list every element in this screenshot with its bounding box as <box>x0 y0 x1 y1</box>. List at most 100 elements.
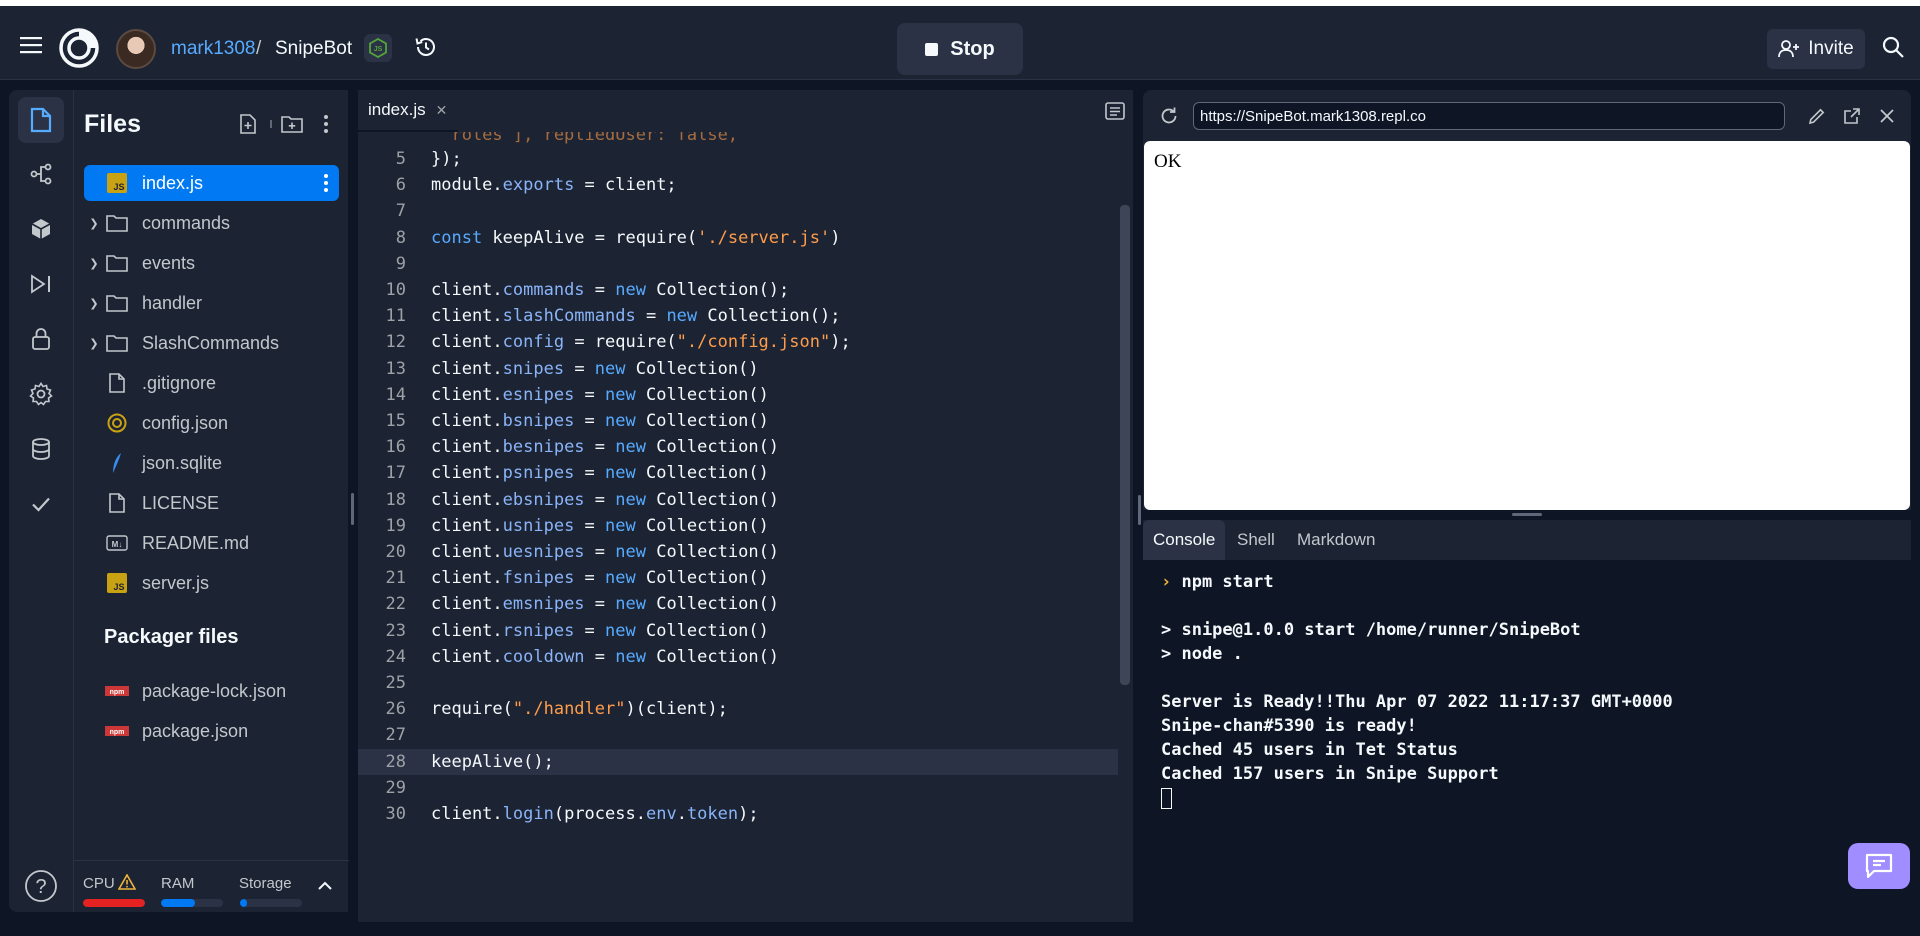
line-number: 17 <box>385 463 406 484</box>
username-link[interactable]: mark1308 <box>171 38 256 60</box>
invite-button[interactable]: Invite <box>1767 29 1865 69</box>
code-line[interactable]: 21 client.fsnipes = new Collection() <box>358 565 1118 591</box>
refresh-icon[interactable] <box>1157 104 1181 128</box>
file-tree-item[interactable]: json.sqlite <box>84 445 339 481</box>
replit-logo-icon[interactable] <box>58 27 100 69</box>
code-line[interactable]: 30 client.login(process.env.token); <box>358 801 1118 827</box>
resources-panel[interactable]: CPU RAM Storage <box>74 860 349 912</box>
file-tree-item[interactable]: JS server.js <box>84 565 339 601</box>
code-token: = <box>635 306 667 327</box>
code-line[interactable]: 9 <box>358 251 1118 277</box>
new-file-icon[interactable] <box>236 112 260 136</box>
file-tree-item[interactable]: .gitignore <box>84 365 339 401</box>
tab-console[interactable]: Console <box>1143 520 1226 560</box>
code-line[interactable]: 14 client.esnipes = new Collection() <box>358 382 1118 408</box>
code-token: = <box>584 437 616 458</box>
code-line[interactable]: 8 const keepAlive = require('./server.js'… <box>358 225 1118 251</box>
more-options-icon[interactable] <box>314 112 338 136</box>
code-line[interactable]: 5}); <box>358 146 1118 172</box>
packages-tool-icon[interactable] <box>18 206 64 252</box>
code-token: client. <box>431 411 503 431</box>
webview-frame[interactable]: OK <box>1144 141 1910 510</box>
checkmark-icon[interactable] <box>18 481 64 527</box>
folder-icon <box>104 292 130 314</box>
code-line[interactable]: 23 client.rsnipes = new Collection() <box>358 618 1118 644</box>
code-line[interactable]: 26 require("./handler")(client); <box>358 696 1118 722</box>
folder-icon <box>104 252 130 274</box>
code-token: login <box>502 804 554 824</box>
code-line[interactable]: 25 <box>358 670 1118 696</box>
tab-shell[interactable]: Shell <box>1227 520 1285 560</box>
code-area[interactable]: 'roles'], repliedUser: false, 5}); 6 modul… <box>358 132 1133 922</box>
chat-button[interactable] <box>1848 843 1910 889</box>
pane-resize-handle[interactable] <box>1512 513 1542 516</box>
file-tree-item[interactable]: LICENSE <box>84 485 339 521</box>
open-new-tab-icon[interactable] <box>1840 104 1864 128</box>
user-avatar[interactable] <box>116 29 156 69</box>
search-icon[interactable] <box>1876 30 1910 64</box>
chevron-right-icon: ❯ <box>89 217 99 230</box>
code-line[interactable]: 17 client.psnipes = new Collection() <box>358 460 1118 486</box>
editor-resize-handle[interactable] <box>1138 495 1141 525</box>
tab-index-js[interactable]: index.js ✕ <box>358 90 458 132</box>
code-text: client.ebsnipes = new Collection() <box>431 490 779 510</box>
history-icon[interactable] <box>409 30 443 64</box>
code-line[interactable]: 10 client.commands = new Collection(); <box>358 277 1118 303</box>
code-line[interactable]: 7 <box>358 198 1118 224</box>
terminal-output[interactable]: › npm start > snipe@1.0.0 start /home/run… <box>1143 560 1911 927</box>
editor-scrollbar[interactable] <box>1120 205 1130 685</box>
file-tree-item[interactable]: ❯ SlashCommands <box>84 325 339 361</box>
code-line[interactable]: 28 keepAlive(); <box>358 748 1118 775</box>
secrets-lock-icon[interactable] <box>18 316 64 362</box>
editor-menu-icon[interactable] <box>1103 100 1127 122</box>
close-tab-icon[interactable]: ✕ <box>436 102 448 119</box>
code-line[interactable]: 29 <box>358 775 1118 801</box>
item-more-icon[interactable] <box>323 173 329 198</box>
packager-file-item[interactable]: npm package.json <box>104 713 339 749</box>
help-icon[interactable]: ? <box>18 863 64 909</box>
code-line[interactable]: 22 client.emsnipes = new Collection() <box>358 591 1118 617</box>
code-token: Collection() <box>645 542 780 562</box>
code-line[interactable]: 20 client.uesnipes = new Collection() <box>358 539 1118 565</box>
file-tree-item[interactable]: M↓ README.md <box>84 525 339 561</box>
code-line[interactable]: 16 client.besnipes = new Collection() <box>358 434 1118 460</box>
panel-resize-handle[interactable] <box>351 493 354 525</box>
close-webview-icon[interactable] <box>1875 104 1899 128</box>
code-token: client. <box>431 358 503 379</box>
new-folder-icon[interactable] <box>279 112 305 136</box>
tab-markdown[interactable]: Markdown <box>1287 520 1385 560</box>
code-token: )(client); <box>625 699 728 720</box>
database-icon[interactable] <box>18 426 64 472</box>
code-line[interactable]: 27 <box>358 722 1118 748</box>
chevron-up-icon[interactable] <box>317 881 333 891</box>
menu-icon[interactable] <box>14 28 48 62</box>
settings-gear-icon[interactable] <box>18 371 64 417</box>
file-tree-item[interactable]: ❯ handler <box>84 285 339 321</box>
code-line[interactable]: 11 client.slashCommands = new Collection(… <box>358 303 1118 329</box>
top-bar: mark1308 / SnipeBot JS Stop Invite <box>0 6 1920 80</box>
webview-url-input[interactable] <box>1193 102 1785 130</box>
code-token: Collection() <box>625 358 759 379</box>
edit-pencil-icon[interactable] <box>1805 104 1829 128</box>
code-token: psnipes <box>502 463 575 484</box>
code-line[interactable]: 24 client.cooldown = new Collection() <box>358 644 1118 670</box>
files-tool-icon[interactable] <box>18 97 64 143</box>
packager-file-item[interactable]: npm package-lock.json <box>104 673 339 709</box>
debugger-tool-icon[interactable] <box>18 261 64 307</box>
code-line[interactable]: 6 module.exports = client; <box>358 172 1118 198</box>
repl-name[interactable]: SnipeBot <box>275 38 352 60</box>
file-tree-item[interactable]: ❯ commands <box>84 205 339 241</box>
code-token: new <box>615 646 646 667</box>
code-editor[interactable]: index.js ✕ 'roles'], repliedUser: false,… <box>358 90 1133 922</box>
file-tree-item[interactable]: JS index.js <box>84 165 339 201</box>
file-tree-item[interactable]: ❯ events <box>84 245 339 281</box>
code-line[interactable]: 12 client.config = require("./config.json… <box>358 329 1118 355</box>
stop-button[interactable]: Stop <box>897 23 1023 75</box>
nodejs-icon[interactable]: JS <box>364 34 392 62</box>
git-tool-icon[interactable] <box>18 151 64 197</box>
code-line[interactable]: 18 client.ebsnipes = new Collection() <box>358 487 1118 513</box>
file-tree-item[interactable]: config.json <box>84 405 339 441</box>
code-line[interactable]: 15 client.bsnipes = new Collection() <box>358 408 1118 434</box>
code-line[interactable]: 19 client.usnipes = new Collection() <box>358 513 1118 539</box>
code-line[interactable]: 13 client.snipes = new Collection() <box>358 356 1118 382</box>
